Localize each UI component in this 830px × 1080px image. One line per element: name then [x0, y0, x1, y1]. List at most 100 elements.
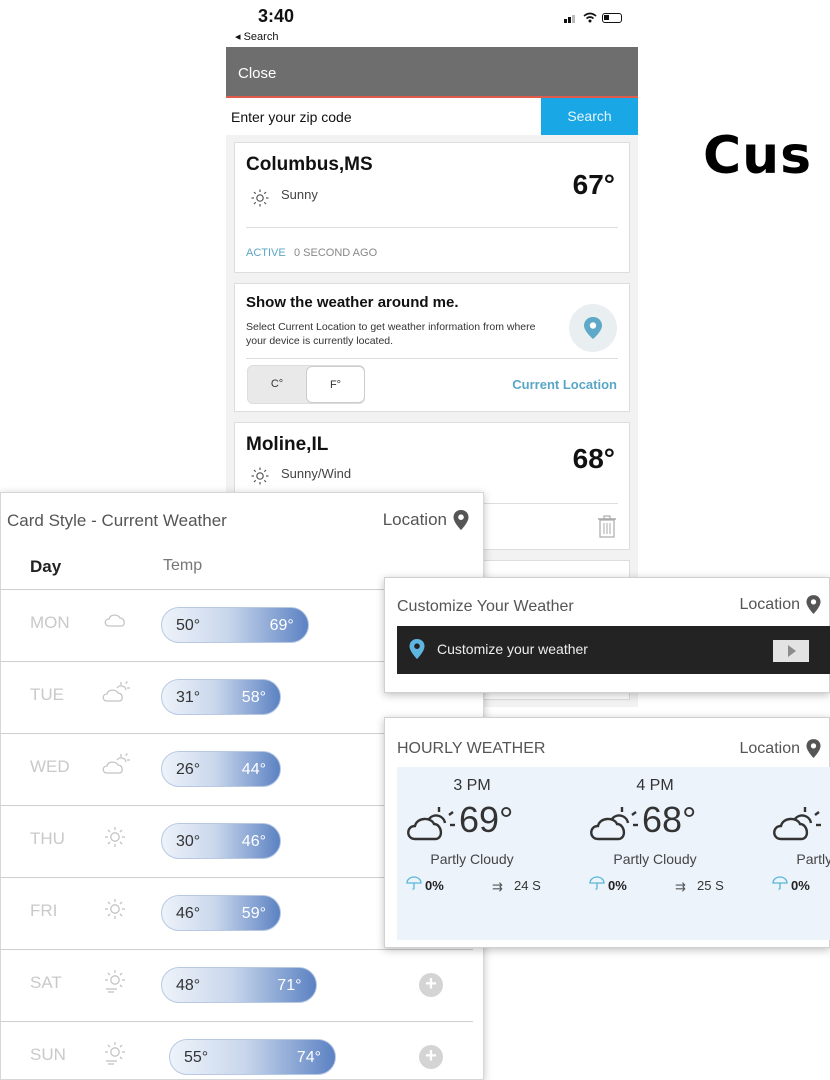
- hour-column[interactable]: 5 Partly Cloudy 0%: [763, 767, 830, 940]
- location-button[interactable]: Location: [740, 739, 822, 758]
- high-temp: 74°: [296, 1049, 321, 1066]
- row-divider: [1, 1021, 473, 1022]
- location-button[interactable]: Location: [383, 510, 469, 530]
- condition-text: Sunny/Wind: [281, 466, 352, 481]
- low-temp: 26°: [176, 761, 201, 778]
- temp-range-bar: 31° 58°: [161, 679, 281, 715]
- temp-range-bar: 26° 44°: [161, 751, 281, 787]
- low-temp: 55°: [184, 1049, 209, 1066]
- wifi-icon: [583, 12, 597, 23]
- high-temp: 46°: [241, 833, 266, 850]
- play-icon: [788, 645, 796, 657]
- wind-speed: 24 S: [514, 878, 541, 893]
- high-temp: 44°: [241, 761, 266, 778]
- partly-cloudy-icon: [102, 681, 130, 702]
- low-temp: 31°: [176, 689, 201, 706]
- fahrenheit-option[interactable]: F°: [306, 366, 365, 403]
- search-button[interactable]: Search: [541, 98, 638, 135]
- high-temp: 71°: [277, 977, 302, 994]
- card-divider: [246, 227, 618, 228]
- zip-code-input[interactable]: [231, 100, 543, 133]
- sun-wind-icon: [105, 1042, 125, 1065]
- rain-chance: 0%: [791, 878, 810, 893]
- hour-temp: 68°: [642, 799, 697, 840]
- city-name: Moline,IL: [246, 434, 329, 455]
- celsius-option[interactable]: C°: [248, 366, 306, 403]
- city-card-columbus[interactable]: Columbus,MS Sunny 67° ACTIVE 0 SECOND AG…: [234, 142, 630, 273]
- sun-icon: [105, 827, 125, 847]
- customize-panel: Customize Your Weather Location Customiz…: [384, 577, 830, 693]
- active-status: ACTIVE: [246, 247, 286, 259]
- panel-title: Card Style - Current Weather: [7, 511, 227, 530]
- add-icon[interactable]: +: [419, 1045, 443, 1069]
- wind-icon: ⇉: [492, 879, 503, 894]
- hour-condition: Partly Cloudy: [796, 851, 830, 867]
- umbrella-icon: [772, 876, 788, 890]
- unit-toggle[interactable]: C° F°: [247, 365, 365, 404]
- status-time: 3:40: [258, 6, 295, 26]
- hour-time: 5: [763, 777, 830, 795]
- low-temp: 46°: [176, 905, 201, 922]
- back-to-search-link[interactable]: ◂ Search: [235, 30, 278, 43]
- day-label: TUE: [30, 685, 64, 704]
- sun-icon: [105, 899, 125, 919]
- location-label: Location: [739, 595, 801, 613]
- battery-icon: [602, 12, 622, 23]
- location-button[interactable]: Location: [740, 595, 822, 614]
- signal-icon: [564, 14, 575, 23]
- partly-cloudy-icon: [102, 753, 130, 774]
- add-icon[interactable]: +: [419, 973, 443, 997]
- location-label: Location: [739, 739, 801, 757]
- day-column-header: Day: [30, 557, 62, 576]
- location-pin-icon: [806, 739, 821, 758]
- customize-weather-bar[interactable]: Customize your weather: [397, 626, 830, 674]
- current-temp: 68°: [572, 443, 615, 474]
- sun-wind-icon: [105, 970, 125, 993]
- temp-range-bar: 55° 74°: [169, 1039, 336, 1075]
- location-pin-icon: [409, 639, 425, 659]
- umbrella-icon: [406, 876, 422, 890]
- close-button[interactable]: Close: [226, 47, 638, 98]
- current-location-card: Show the weather around me. Select Curre…: [234, 283, 630, 412]
- high-temp: 58°: [241, 689, 266, 706]
- panel-title: Customize Your Weather: [397, 598, 574, 615]
- current-location-link[interactable]: Current Location: [512, 377, 617, 392]
- location-pin-icon: [453, 510, 469, 530]
- day-label: THU: [30, 829, 65, 848]
- temp-range-bar: 46° 59°: [161, 895, 281, 931]
- hour-column[interactable]: 3 PM 69° Partly Cloudy 0% ⇉ 24 S: [397, 767, 577, 940]
- low-temp: 50°: [176, 617, 201, 634]
- location-button[interactable]: [569, 304, 617, 352]
- wind-speed: 25 S: [697, 878, 724, 893]
- rain-chance: 0%: [608, 878, 627, 893]
- play-button[interactable]: [773, 640, 809, 662]
- low-temp: 48°: [176, 977, 201, 994]
- day-label: FRI: [30, 901, 58, 920]
- forecast-row[interactable]: SAT 48° 71° +: [1, 949, 485, 1021]
- trash-icon[interactable]: [597, 515, 617, 539]
- partly-cloudy-icon: [773, 807, 821, 841]
- panel-title: HOURLY WEATHER: [397, 740, 546, 757]
- umbrella-icon: [589, 876, 605, 890]
- forecast-row[interactable]: SUN 55° 74° +: [1, 1021, 485, 1080]
- day-label: MON: [30, 613, 70, 632]
- city-name: Columbus,MS: [246, 154, 373, 175]
- temp-range-bar: 48° 71°: [161, 967, 317, 1003]
- hour-column[interactable]: 4 PM 68° Partly Cloudy 0% ⇉ 25 S: [580, 767, 760, 940]
- temp-column-header: Temp: [163, 557, 203, 574]
- status-icons: [564, 12, 622, 23]
- around-me-title: Show the weather around me.: [246, 294, 459, 311]
- last-updated: 0 SECOND AGO: [294, 247, 378, 259]
- hour-time: 3 PM: [453, 777, 491, 794]
- day-label: SAT: [30, 973, 62, 992]
- status-bar: 3:40 ◂ Search: [226, 0, 638, 47]
- temp-range-bar: 30° 46°: [161, 823, 281, 859]
- hourly-strip[interactable]: 3 PM 69° Partly Cloudy 0% ⇉ 24 S 4 PM 68° Partly…: [397, 767, 830, 940]
- partly-cloudy-icon: [590, 807, 638, 841]
- day-label: SUN: [30, 1045, 66, 1064]
- hourly-weather-panel: HOURLY WEATHER Location 3 PM 69° Partly Cl…: [384, 717, 830, 948]
- hour-time: 4 PM: [636, 777, 674, 794]
- hour-condition: Partly Cloudy: [613, 851, 697, 867]
- hour-condition: Partly Cloudy: [430, 851, 514, 867]
- location-pin-icon: [584, 317, 602, 339]
